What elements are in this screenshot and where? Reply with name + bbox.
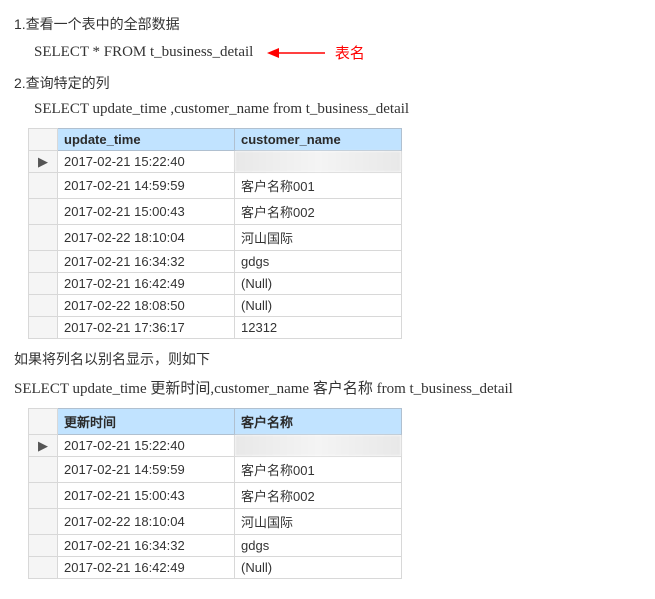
- sql-statement-1: SELECT * FROM t_business_detail 表名: [34, 42, 641, 63]
- table-row: 2017-02-21 14:59:59客户名称001: [29, 173, 402, 199]
- table-row: 2017-02-21 16:42:49(Null): [29, 273, 402, 295]
- result-table-2: 更新时间 客户名称 ▶2017-02-21 15:22:402017-02-21…: [28, 408, 402, 579]
- row-handle: [29, 273, 58, 295]
- row-handle: [29, 509, 58, 535]
- cell-customer-name: 客户名称001: [235, 173, 402, 199]
- row-handle-header: [29, 129, 58, 151]
- row-handle: [29, 557, 58, 579]
- cell-update-time: 2017-02-21 16:42:49: [58, 557, 235, 579]
- row-handle-header: [29, 409, 58, 435]
- row-handle: [29, 295, 58, 317]
- cell-customer-name: 12312: [235, 317, 402, 339]
- cell-customer-name: [235, 435, 402, 457]
- table-row: 2017-02-21 17:36:1712312: [29, 317, 402, 339]
- table-row: 2017-02-22 18:10:04河山国际: [29, 225, 402, 251]
- table-row: 2017-02-22 18:08:50(Null): [29, 295, 402, 317]
- arrow-icon: [267, 45, 327, 61]
- sql-statement-2: SELECT update_time ,customer_name from t…: [34, 101, 641, 118]
- cell-update-time: 2017-02-21 16:34:32: [58, 535, 235, 557]
- cell-customer-name: 客户名称002: [235, 483, 402, 509]
- col-header-customer-name: customer_name: [235, 129, 402, 151]
- table-row: 2017-02-21 16:42:49(Null): [29, 557, 402, 579]
- cell-customer-name: [235, 151, 402, 173]
- cell-customer-name: (Null): [235, 273, 402, 295]
- section-1-title: 1.查看一个表中的全部数据: [14, 14, 641, 34]
- cell-update-time: 2017-02-21 14:59:59: [58, 457, 235, 483]
- cell-update-time: 2017-02-21 17:36:17: [58, 317, 235, 339]
- row-handle: [29, 173, 58, 199]
- section-2-title: 2.查询特定的列: [14, 73, 641, 93]
- cell-update-time: 2017-02-22 18:10:04: [58, 225, 235, 251]
- sql-text-1: SELECT * FROM t_business_detail: [34, 44, 253, 60]
- sql-statement-3: SELECT update_time 更新时间,customer_name 客户…: [14, 377, 641, 398]
- table-row: 2017-02-21 16:34:32gdgs: [29, 535, 402, 557]
- table-row: 2017-02-22 18:10:04河山国际: [29, 509, 402, 535]
- cell-customer-name: (Null): [235, 557, 402, 579]
- cell-update-time: 2017-02-21 14:59:59: [58, 173, 235, 199]
- arrow-annotation: 表名: [267, 42, 365, 63]
- cell-update-time: 2017-02-21 16:42:49: [58, 273, 235, 295]
- table-row: ▶2017-02-21 15:22:40: [29, 435, 402, 457]
- row-handle: ▶: [29, 435, 58, 457]
- result-table-1: update_time customer_name ▶2017-02-21 15…: [28, 128, 402, 339]
- col-header-update-time: update_time: [58, 129, 235, 151]
- cell-update-time: 2017-02-21 15:00:43: [58, 199, 235, 225]
- cell-update-time: 2017-02-22 18:10:04: [58, 509, 235, 535]
- row-handle: [29, 317, 58, 339]
- cell-customer-name: 客户名称001: [235, 457, 402, 483]
- cell-update-time: 2017-02-21 16:34:32: [58, 251, 235, 273]
- cell-customer-name: (Null): [235, 295, 402, 317]
- arrow-label: 表名: [335, 46, 365, 62]
- cell-customer-name: 客户名称002: [235, 199, 402, 225]
- row-handle: [29, 457, 58, 483]
- row-handle: [29, 251, 58, 273]
- row-handle: [29, 535, 58, 557]
- row-handle: ▶: [29, 151, 58, 173]
- table-row: 2017-02-21 15:00:43客户名称002: [29, 483, 402, 509]
- row-handle: [29, 483, 58, 509]
- cell-update-time: 2017-02-21 15:00:43: [58, 483, 235, 509]
- cell-update-time: 2017-02-22 18:08:50: [58, 295, 235, 317]
- cell-update-time: 2017-02-21 15:22:40: [58, 151, 235, 173]
- col-header-update-time-alias: 更新时间: [58, 409, 235, 435]
- cell-customer-name: 河山国际: [235, 225, 402, 251]
- row-handle: [29, 225, 58, 251]
- table-row: 2017-02-21 15:00:43客户名称002: [29, 199, 402, 225]
- cell-customer-name: gdgs: [235, 251, 402, 273]
- col-header-customer-name-alias: 客户名称: [235, 409, 402, 435]
- cell-customer-name: gdgs: [235, 535, 402, 557]
- alias-note: 如果将列名以别名显示，则如下: [14, 349, 641, 369]
- cell-customer-name: 河山国际: [235, 509, 402, 535]
- cell-update-time: 2017-02-21 15:22:40: [58, 435, 235, 457]
- row-handle: [29, 199, 58, 225]
- table-row: 2017-02-21 16:34:32gdgs: [29, 251, 402, 273]
- table-row: ▶2017-02-21 15:22:40: [29, 151, 402, 173]
- table-row: 2017-02-21 14:59:59客户名称001: [29, 457, 402, 483]
